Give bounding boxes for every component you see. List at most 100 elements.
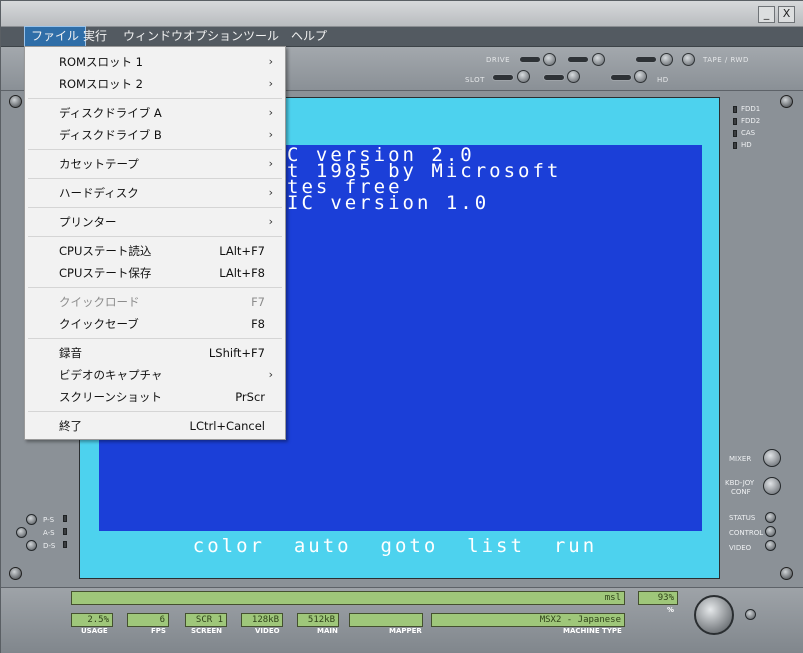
- fkey-auto: auto: [293, 535, 352, 557]
- menu-separator: [28, 411, 282, 412]
- as-label: A-S: [43, 529, 55, 537]
- led-icon: [63, 528, 67, 535]
- fkey-list: list: [467, 535, 525, 557]
- chevron-right-icon: ›: [268, 55, 273, 68]
- menu-item-rom-slot-2[interactable]: ROMスロット 2 ›: [25, 73, 285, 95]
- led-icon: [733, 117, 737, 125]
- screw-icon: [780, 567, 793, 580]
- control-button[interactable]: [765, 526, 776, 537]
- video-label: VIDEO: [729, 544, 752, 552]
- mixer-button[interactable]: [763, 449, 781, 467]
- drive-b-switch[interactable]: [567, 56, 589, 63]
- slot-2-eject-knob[interactable]: [567, 70, 580, 83]
- menu-file[interactable]: ファイル: [23, 26, 87, 47]
- menu-item-disk-drive-b[interactable]: ディスクドライブ B ›: [25, 124, 285, 146]
- menu-item-load-cpu-state[interactable]: CPUステート読込 LAlt+F7: [25, 240, 285, 262]
- video-ram-label: VIDEO: [255, 627, 280, 635]
- menu-separator: [28, 207, 282, 208]
- tape-switch[interactable]: [635, 56, 657, 63]
- hd-eject-knob[interactable]: [634, 70, 647, 83]
- menu-item-video-capture[interactable]: ビデオのキャプチャ ›: [25, 364, 285, 386]
- tape-eject-knob[interactable]: [660, 53, 673, 66]
- volume-knob[interactable]: [694, 595, 734, 635]
- left-knob-3[interactable]: [26, 540, 37, 551]
- screw-icon: [9, 567, 22, 580]
- emulator-window: _ X ファイル 実行 ウィンドウ オプション ツール ヘルプ DRIVE SL…: [0, 0, 803, 653]
- menu-item-screenshot[interactable]: スクリーンショット PrScr: [25, 386, 285, 408]
- led-hd: HD: [733, 141, 752, 149]
- main-ram-lcd: 512kB: [297, 613, 339, 627]
- menu-item-hard-disk[interactable]: ハードディスク ›: [25, 182, 285, 204]
- screen-label: SCREEN: [191, 627, 222, 635]
- ps-label: P-S: [43, 516, 55, 524]
- drive-a-eject-knob[interactable]: [543, 53, 556, 66]
- menu-item-printer[interactable]: プリンター ›: [25, 211, 285, 233]
- chevron-right-icon: ›: [268, 157, 273, 170]
- usage-lcd: 2.5%: [71, 613, 113, 627]
- close-button[interactable]: X: [778, 6, 795, 23]
- machine-type-lcd: MSX2 - Japanese: [431, 613, 625, 627]
- menu-item-quick-save[interactable]: クイックセーブ F8: [25, 313, 285, 335]
- function-key-row: color auto goto list run: [135, 513, 597, 579]
- chevron-right-icon: ›: [268, 77, 273, 90]
- volume-lcd: 93%: [638, 591, 678, 605]
- screen-text-line: IC version 1.0: [287, 192, 490, 214]
- fkey-goto: goto: [380, 535, 439, 557]
- status-button[interactable]: [765, 512, 776, 523]
- led-fdd2: FDD2: [733, 117, 760, 125]
- screen-lcd: SCR 1: [185, 613, 227, 627]
- left-knob-1[interactable]: [26, 514, 37, 525]
- slot-2-switch[interactable]: [543, 74, 565, 81]
- power-button[interactable]: [745, 609, 756, 620]
- led-icon: [733, 141, 737, 149]
- video-ram-lcd: 128kB: [241, 613, 283, 627]
- menu-item-quick-load[interactable]: クイックロード F7: [25, 291, 285, 313]
- kbd-joy-conf-button[interactable]: [763, 477, 781, 495]
- menu-separator: [28, 178, 282, 179]
- file-menu-dropdown: ROMスロット 1 › ROMスロット 2 › ディスクドライブ A › ディスクドラ…: [24, 46, 286, 440]
- menu-item-record-audio[interactable]: 録音 LShift+F7: [25, 342, 285, 364]
- conf-label: CONF: [731, 488, 751, 496]
- menu-item-save-cpu-state[interactable]: CPUステート保存 LAlt+F8: [25, 262, 285, 284]
- menu-separator: [28, 287, 282, 288]
- menu-item-rom-slot-1[interactable]: ROMスロット 1 ›: [25, 51, 285, 73]
- slot-1-switch[interactable]: [492, 74, 514, 81]
- volume-percent-label: %: [667, 606, 675, 614]
- tape-rwd-label: TAPE / RWD: [703, 56, 749, 64]
- menu-run[interactable]: 実行: [77, 27, 113, 46]
- hd-label: HD: [657, 76, 669, 84]
- fkey-run: run: [553, 535, 598, 557]
- fps-label: FPS: [151, 627, 166, 635]
- led-icon: [63, 515, 67, 522]
- chevron-right-icon: ›: [268, 128, 273, 141]
- tape-rewind-knob[interactable]: [682, 53, 695, 66]
- screw-icon: [780, 95, 793, 108]
- control-label: CONTROL: [729, 529, 764, 537]
- menu-bar: ファイル 実行 ウィンドウ オプション ツール ヘルプ: [1, 26, 803, 47]
- hd-switch[interactable]: [610, 74, 632, 81]
- screw-icon: [9, 95, 22, 108]
- drive-b-eject-knob[interactable]: [592, 53, 605, 66]
- video-button[interactable]: [765, 540, 776, 551]
- led-cas: CAS: [733, 129, 755, 137]
- menu-tools[interactable]: ツール: [237, 27, 285, 46]
- drive-label: DRIVE: [486, 56, 511, 64]
- top-lcd-display: msl: [71, 591, 625, 605]
- led-icon: [63, 541, 67, 548]
- drive-a-switch[interactable]: [519, 56, 541, 63]
- fps-lcd: 6: [127, 613, 169, 627]
- left-knob-2[interactable]: [16, 527, 27, 538]
- led-icon: [733, 129, 737, 137]
- menu-separator: [28, 149, 282, 150]
- chevron-right-icon: ›: [268, 106, 273, 119]
- menu-item-disk-drive-a[interactable]: ディスクドライブ A ›: [25, 102, 285, 124]
- menu-help[interactable]: ヘルプ: [285, 27, 333, 46]
- slot-1-eject-knob[interactable]: [517, 70, 530, 83]
- kbd-joy-label: KBD-JOY: [725, 479, 755, 487]
- menu-separator: [28, 98, 282, 99]
- chevron-right-icon: ›: [268, 368, 273, 381]
- menu-item-exit[interactable]: 終了 LCtrl+Cancel: [25, 415, 285, 437]
- minimize-button[interactable]: _: [758, 6, 775, 23]
- menu-item-cassette[interactable]: カセットテープ ›: [25, 153, 285, 175]
- mapper-lcd: [349, 613, 423, 627]
